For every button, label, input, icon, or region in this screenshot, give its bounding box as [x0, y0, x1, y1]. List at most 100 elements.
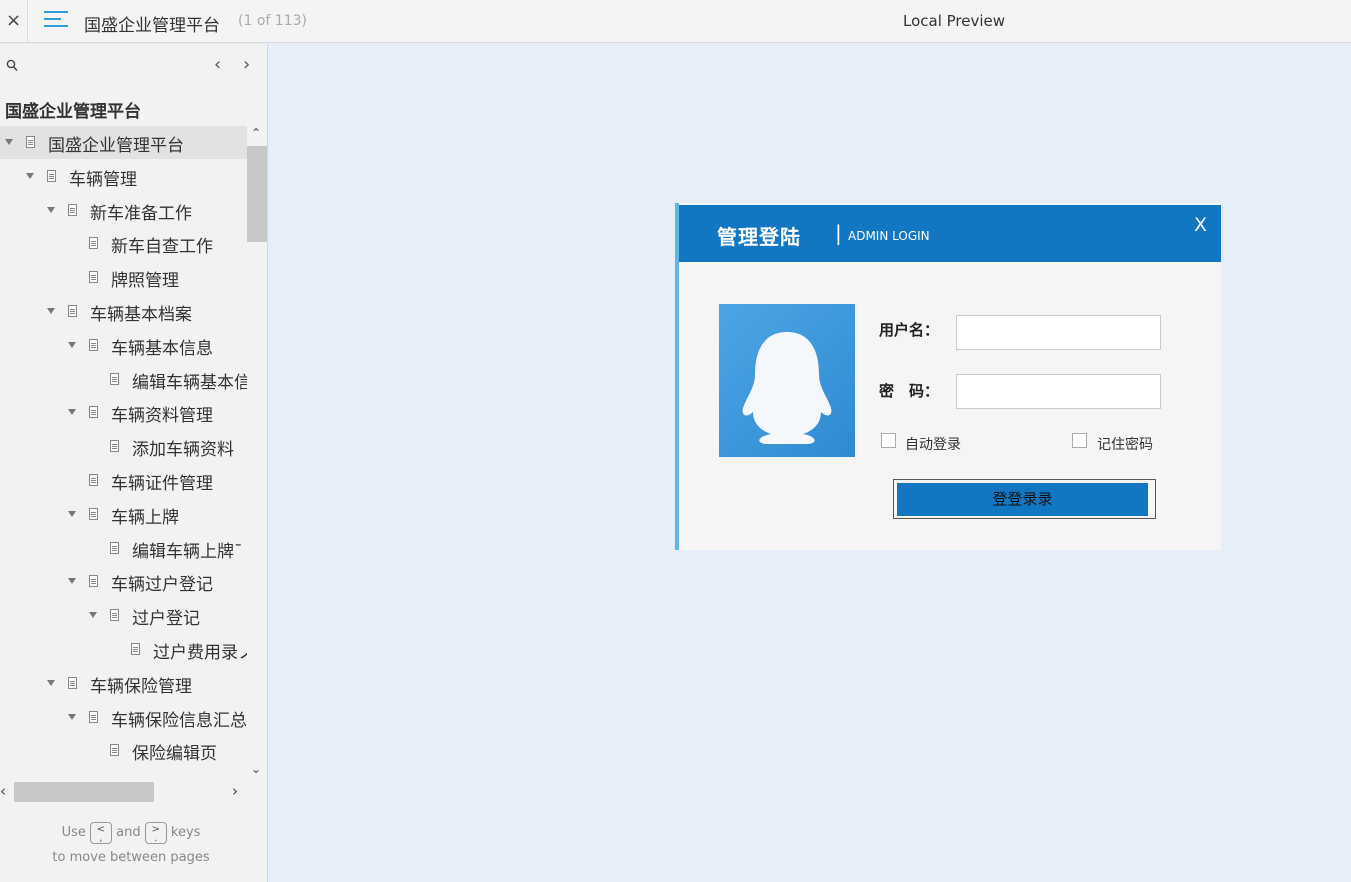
expand-caret-icon[interactable]	[47, 206, 55, 213]
outline-item[interactable]: 编辑车辆基本信	[0, 363, 247, 396]
outline-item-label: 车辆管理	[69, 169, 137, 190]
password-label: 密 码：	[879, 382, 940, 400]
slide-preview: 管理登陆 | ADMIN LOGIN X 用户名： 密 码： 自动登录 记住密码…	[675, 203, 1221, 550]
help-and: and	[116, 825, 141, 840]
page-icon	[89, 406, 98, 419]
outline-item-label: 车辆上牌	[111, 507, 179, 528]
outline-item-label: 车辆基本档案	[90, 305, 192, 325]
outline-item[interactable]: 车辆资料管理	[0, 396, 247, 429]
next-key-icon: > .	[144, 821, 167, 844]
horizontal-scroll-thumb[interactable]	[14, 782, 154, 802]
page-icon	[68, 203, 77, 216]
help-keys: keys	[170, 825, 201, 840]
outline-item-label: 添加车辆资料	[132, 440, 234, 461]
page-icon	[89, 271, 98, 284]
top-bar: × 国盛企业管理平台 (1 of 113) Local Preview	[0, 0, 1351, 43]
scroll-left-icon[interactable]: ‹	[0, 782, 6, 800]
outline-item[interactable]: 过户费用录ノ	[0, 633, 247, 666]
outline-item[interactable]: 车辆基本信息	[0, 329, 247, 362]
page-icon	[26, 136, 35, 148]
vertical-scroll-thumb[interactable]	[247, 146, 267, 242]
scroll-right-icon[interactable]: ›	[232, 782, 238, 800]
page-icon	[110, 440, 119, 453]
preview-title: Local Preview	[903, 12, 1006, 30]
outline-item[interactable]: 新车准备工作	[0, 194, 247, 227]
outline-item[interactable]: 车辆过户登记	[0, 565, 247, 598]
expand-caret-icon[interactable]	[5, 139, 13, 145]
page-icon	[89, 474, 98, 486]
outline-item-label: 车辆保险信息汇总	[111, 710, 247, 731]
qq-penguin-icon	[719, 304, 855, 457]
outline-item-label: 新车准备工作	[90, 203, 192, 224]
outline-item[interactable]: 编辑车辆上牌¯	[0, 532, 247, 565]
login-subtitle: ADMIN LOGIN	[848, 229, 930, 243]
expand-caret-icon[interactable]	[47, 308, 55, 314]
outline-item-label: 国盛企业管理平台	[48, 136, 184, 156]
page-icon	[131, 643, 140, 655]
expand-caret-icon[interactable]	[89, 612, 97, 619]
outline-item[interactable]: 保险编辑页	[0, 734, 247, 767]
outline-item[interactable]: 车辆管理	[0, 160, 247, 193]
close-button[interactable]: ×	[0, 0, 28, 43]
page-icon	[89, 710, 98, 723]
page-icon	[89, 575, 98, 588]
expand-caret-icon[interactable]	[68, 713, 76, 720]
outline-title: 国盛企业管理平台	[5, 102, 141, 122]
prev-page-button[interactable]: ‹	[214, 54, 221, 75]
outline-item-label: 车辆保险管理	[90, 676, 192, 697]
outline-tree: 国盛企业管理平台车辆管理新车准备工作新车自查工作 牌照管理车辆基本档案车辆基本信息…	[0, 126, 247, 776]
auto-login-label: 自动登录	[905, 437, 961, 453]
outline-item[interactable]: 车辆证件管理	[0, 464, 247, 497]
prev-key-icon: < ,	[90, 821, 112, 844]
outline-item[interactable]: 添加车辆资料	[0, 430, 247, 463]
horizontal-scrollbar[interactable]: ‹ ›	[0, 780, 247, 802]
next-page-button[interactable]: ›	[243, 54, 250, 75]
page-icon	[89, 338, 98, 351]
outline-item-label: 过户费用录ノ	[153, 643, 247, 663]
remember-password-checkbox[interactable]	[1072, 433, 1087, 448]
outline-item[interactable]: 车辆基本档案	[0, 295, 247, 328]
login-title-separator: |	[835, 221, 842, 245]
outline-item-label: 编辑车辆上牌¯	[132, 541, 243, 562]
outline-item[interactable]: 车辆保险信息汇总	[0, 701, 247, 734]
outline-item-label: 车辆基本信息	[111, 338, 213, 359]
outline-item-label: 车辆证件管理	[111, 474, 213, 494]
outline-item[interactable]: 牌照管理	[0, 261, 247, 294]
outline-item-label: 编辑车辆基本信	[132, 372, 247, 393]
vertical-scrollbar[interactable]: ⌃ ⌄	[247, 126, 267, 782]
outline-item-label: 过户登记	[132, 609, 200, 630]
expand-caret-icon[interactable]	[68, 510, 76, 517]
outline-item[interactable]: 车辆上牌	[0, 498, 247, 531]
scroll-down-icon[interactable]: ⌄	[251, 762, 261, 776]
page-icon	[110, 372, 119, 385]
outline-item-label: 车辆过户登记	[111, 575, 213, 596]
expand-caret-icon[interactable]	[68, 409, 76, 416]
outline-item-label: 车辆资料管理	[111, 406, 213, 427]
page-icon	[89, 237, 98, 250]
search-icon[interactable]	[6, 59, 18, 73]
expand-caret-icon[interactable]	[26, 172, 34, 179]
keyboard-help: Use < , and > . keys to move between pag…	[0, 820, 262, 870]
page-icon	[68, 305, 77, 317]
outline-item-label: 新车自查工作	[111, 237, 213, 258]
outline-item[interactable]: 过户登记	[0, 599, 247, 632]
outline-item[interactable]: 国盛企业管理平台	[0, 126, 247, 159]
login-close-button[interactable]: X	[1194, 214, 1207, 236]
outline-item[interactable]: 车辆保险管理	[0, 667, 247, 700]
login-button[interactable]: 登登录录	[897, 483, 1148, 516]
remember-password-label: 记住密码	[1097, 437, 1153, 453]
expand-caret-icon[interactable]	[47, 679, 55, 686]
password-input[interactable]	[956, 374, 1161, 409]
username-input[interactable]	[956, 315, 1161, 350]
outline-item[interactable]: 车辆保险购买	[0, 768, 247, 776]
expand-caret-icon[interactable]	[68, 341, 76, 348]
auto-login-checkbox[interactable]	[881, 433, 896, 448]
page-icon	[47, 169, 56, 182]
scroll-up-icon[interactable]: ⌃	[251, 126, 261, 140]
outline-item-label: 牌照管理	[111, 271, 179, 292]
document-title: 国盛企业管理平台	[84, 16, 220, 36]
hamburger-icon[interactable]	[44, 11, 68, 31]
help-line2: to move between pages	[52, 850, 210, 865]
outline-item[interactable]: 新车自查工作	[0, 227, 247, 260]
expand-caret-icon[interactable]	[68, 578, 76, 585]
